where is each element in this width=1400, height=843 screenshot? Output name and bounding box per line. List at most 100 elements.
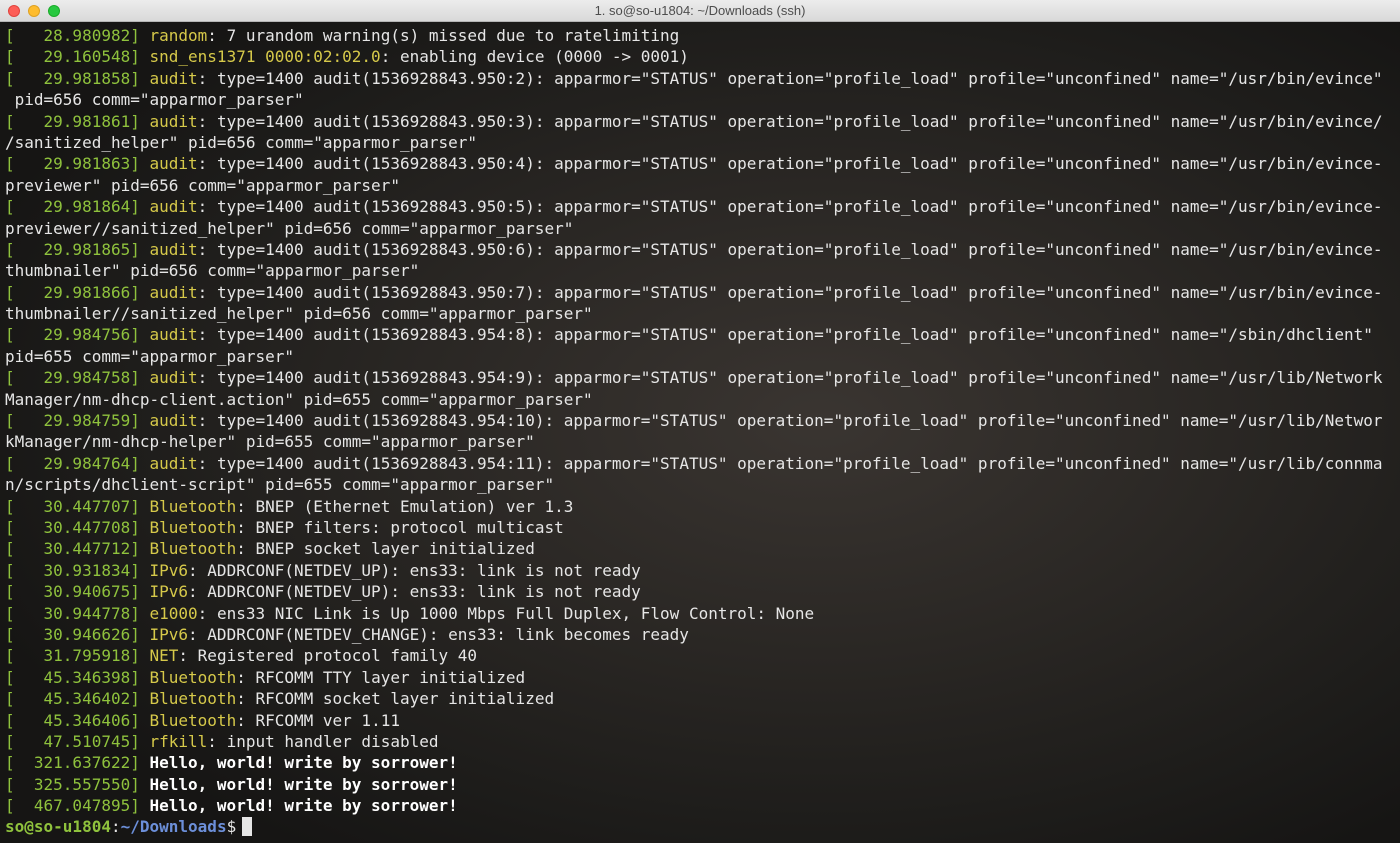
log-timestamp: [ 30.931834] [5, 560, 140, 580]
terminal-line: [ 28.980982] random: 7 urandom warning(s… [5, 25, 1395, 46]
log-source: audit [149, 368, 198, 388]
log-source: Bluetooth [149, 517, 237, 537]
terminal-line: [ 30.447707] Bluetooth: BNEP (Ethernet E… [5, 496, 1395, 517]
log-timestamp: [ 29.160548] [5, 47, 140, 67]
log-message: : RFCOMM ver 1.11 [236, 710, 400, 730]
log-message: /sanitized_helper" pid=656 comm="apparmo… [5, 132, 478, 152]
terminal-line: [ 29.160548] snd_ens1371 0000:02:02.0: e… [5, 46, 1395, 67]
log-source: Bluetooth [149, 496, 237, 516]
log-message: pid=655 comm="apparmor_parser" [5, 346, 294, 366]
log-message: thumbnailer" pid=656 comm="apparmor_pars… [5, 261, 420, 281]
log-message: : enabling device (0000 -> 0001) [380, 47, 689, 67]
log-timestamp: [ 29.984759] [5, 411, 140, 431]
log-timestamp: [ 29.981864] [5, 197, 140, 217]
log-timestamp: [ 29.981866] [5, 282, 140, 302]
shell-prompt[interactable]: so@so-u1804:~/Downloads$ [5, 816, 1395, 837]
log-message: : ens33 NIC Link is Up 1000 Mbps Full Du… [197, 603, 815, 623]
log-source: IPv6 [149, 560, 189, 580]
log-timestamp: [ 29.981858] [5, 68, 140, 88]
log-timestamp: [ 30.447707] [5, 496, 140, 516]
log-source: audit [149, 68, 198, 88]
terminal-line: [ 30.447712] Bluetooth: BNEP socket laye… [5, 538, 1395, 559]
prompt-user-host: so@so-u1804 [5, 817, 111, 837]
log-source: IPv6 [149, 624, 189, 644]
log-message: thumbnailer//sanitized_helper" pid=656 c… [5, 304, 593, 324]
log-source: NET [149, 646, 179, 666]
log-timestamp: [ 29.981863] [5, 154, 140, 174]
log-source: audit [149, 325, 198, 345]
terminal-line: [ 30.944778] e1000: ens33 NIC Link is Up… [5, 603, 1395, 624]
log-message: : type=1400 audit(1536928843.950:7): app… [197, 282, 1383, 302]
log-timestamp: [ 29.981861] [5, 111, 140, 131]
log-source: random [149, 26, 208, 45]
log-message: previewer//sanitized_helper" pid=656 com… [5, 218, 574, 238]
log-message: : type=1400 audit(1536928843.950:2): app… [197, 68, 1383, 88]
log-timestamp: [ 31.795918] [5, 646, 140, 666]
log-message: previewer" pid=656 comm="apparmor_parser… [5, 175, 400, 195]
log-source: audit [149, 154, 198, 174]
log-message: : type=1400 audit(1536928843.954:8): app… [197, 325, 1373, 345]
log-message: : RFCOMM TTY layer initialized [236, 667, 526, 687]
log-timestamp: [ 45.346402] [5, 689, 140, 709]
window-title: 1. so@so-u1804: ~/Downloads (ssh) [594, 3, 806, 18]
log-message: Hello, world! write by sorrower! [139, 774, 458, 794]
terminal-line: [ 47.510745] rfkill: input handler disab… [5, 731, 1395, 752]
terminal-line: pid=656 comm="apparmor_parser" [5, 89, 1395, 110]
log-timestamp: [ 47.510745] [5, 731, 140, 751]
terminal-line: previewer//sanitized_helper" pid=656 com… [5, 218, 1395, 239]
log-timestamp: [ 28.980982] [5, 26, 140, 45]
log-timestamp: [ 29.984756] [5, 325, 140, 345]
log-source: Bluetooth [149, 689, 237, 709]
terminal-line: [ 29.984758] audit: type=1400 audit(1536… [5, 367, 1395, 388]
log-message: Manager/nm-dhcp-client.action" pid=655 c… [5, 389, 593, 409]
terminal-line: [ 29.981858] audit: type=1400 audit(1536… [5, 68, 1395, 89]
log-message: : ADDRCONF(NETDEV_CHANGE): ens33: link b… [188, 624, 689, 644]
log-source: audit [149, 411, 198, 431]
terminal-line: /sanitized_helper" pid=656 comm="apparmo… [5, 132, 1395, 153]
log-message: : BNEP filters: protocol multicast [236, 517, 564, 537]
log-message: : RFCOMM socket layer initialized [236, 689, 555, 709]
log-timestamp: [ 29.984758] [5, 368, 140, 388]
log-timestamp: [ 29.984764] [5, 453, 140, 473]
terminal-line: [ 29.981864] audit: type=1400 audit(1536… [5, 196, 1395, 217]
log-timestamp: [ 45.346406] [5, 710, 140, 730]
log-message: n/scripts/dhclient-script" pid=655 comm=… [5, 475, 555, 495]
terminal-line: pid=655 comm="apparmor_parser" [5, 346, 1395, 367]
log-timestamp: [ 30.944778] [5, 603, 140, 623]
log-source: audit [149, 111, 198, 131]
terminal-line: [ 29.984764] audit: type=1400 audit(1536… [5, 453, 1395, 474]
log-source: rfkill [149, 731, 208, 751]
terminal-line: previewer" pid=656 comm="apparmor_parser… [5, 175, 1395, 196]
prompt-separator: : [110, 817, 121, 837]
terminal-line: [ 467.047895] Hello, world! write by sor… [5, 795, 1395, 816]
log-timestamp: [ 321.637622] [5, 753, 140, 773]
terminal-line: [ 45.346402] Bluetooth: RFCOMM socket la… [5, 688, 1395, 709]
log-message: : input handler disabled [207, 731, 439, 751]
log-message: : ADDRCONF(NETDEV_UP): ens33: link is no… [188, 582, 641, 602]
log-source: audit [149, 239, 198, 259]
log-message: : BNEP (Ethernet Emulation) ver 1.3 [236, 496, 574, 516]
terminal-line: Manager/nm-dhcp-client.action" pid=655 c… [5, 389, 1395, 410]
terminal-line: [ 29.981866] audit: type=1400 audit(1536… [5, 282, 1395, 303]
log-source: Bluetooth [149, 667, 237, 687]
log-message: : type=1400 audit(1536928843.950:3): app… [197, 111, 1383, 131]
title-bar[interactable]: 1. so@so-u1804: ~/Downloads (ssh) [0, 0, 1400, 22]
log-source: snd_ens1371 0000:02:02.0 [149, 47, 381, 67]
log-message: : ADDRCONF(NETDEV_UP): ens33: link is no… [188, 560, 641, 580]
log-timestamp: [ 30.946626] [5, 624, 140, 644]
prompt-symbol: $ [226, 817, 237, 837]
log-message: kManager/nm-dhcp-helper" pid=655 comm="a… [5, 432, 535, 452]
terminal-output[interactable]: [ 28.980982] random: 7 urandom warning(s… [5, 25, 1395, 840]
terminal-line: [ 325.557550] Hello, world! write by sor… [5, 774, 1395, 795]
log-message: Hello, world! write by sorrower! [139, 796, 458, 816]
log-message: : type=1400 audit(1536928843.950:6): app… [197, 239, 1383, 259]
log-message: Hello, world! write by sorrower! [139, 753, 458, 773]
terminal-line: [ 29.981861] audit: type=1400 audit(1536… [5, 111, 1395, 132]
terminal-line: thumbnailer//sanitized_helper" pid=656 c… [5, 303, 1395, 324]
terminal-line: n/scripts/dhclient-script" pid=655 comm=… [5, 474, 1395, 495]
log-timestamp: [ 30.447708] [5, 517, 140, 537]
terminal-line: [ 30.931834] IPv6: ADDRCONF(NETDEV_UP): … [5, 560, 1395, 581]
log-source: audit [149, 282, 198, 302]
log-message: : 7 urandom warning(s) missed due to rat… [207, 26, 680, 45]
log-source: e1000 [149, 603, 198, 623]
